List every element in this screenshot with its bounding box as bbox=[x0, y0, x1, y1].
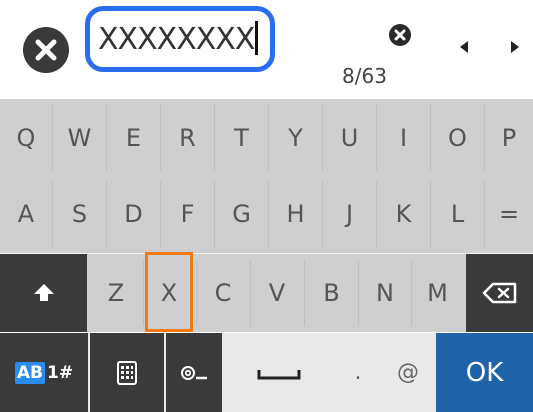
key-z[interactable]: Z bbox=[91, 254, 141, 332]
close-icon[interactable] bbox=[23, 27, 69, 73]
mode-num-label: 1# bbox=[47, 362, 74, 383]
key-f[interactable]: F bbox=[161, 175, 214, 253]
keypad-key[interactable] bbox=[90, 333, 164, 412]
key-m[interactable]: M bbox=[412, 254, 463, 332]
ok-button[interactable]: OK bbox=[436, 333, 533, 412]
key-d[interactable]: D bbox=[107, 175, 160, 253]
input-value: XXXXXXXX bbox=[98, 21, 259, 57]
key-c[interactable]: C bbox=[198, 254, 248, 332]
text-caret bbox=[255, 21, 259, 55]
key-u[interactable]: U bbox=[323, 99, 376, 177]
arrow-left-icon[interactable] bbox=[460, 41, 468, 53]
key-n[interactable]: N bbox=[359, 254, 411, 332]
shift-up-icon bbox=[33, 284, 54, 301]
character-counter: 8/63 bbox=[342, 64, 387, 88]
email-domain-key[interactable] bbox=[166, 333, 222, 412]
space-icon bbox=[257, 369, 301, 379]
space-key[interactable] bbox=[224, 333, 334, 412]
clear-icon[interactable] bbox=[389, 24, 411, 46]
keyboard-function-row: AB 1# . @ OK bbox=[0, 333, 533, 412]
backspace-icon bbox=[482, 282, 516, 304]
shift-key[interactable] bbox=[0, 254, 87, 332]
input-bar: XXXXXXXX 8/63 bbox=[0, 0, 533, 98]
backspace-key[interactable] bbox=[466, 254, 533, 332]
key-b[interactable]: B bbox=[305, 254, 358, 332]
key-v[interactable]: V bbox=[251, 254, 303, 332]
keyboard-row-2: A S D F G H J K L = bbox=[0, 175, 533, 253]
key-o[interactable]: O bbox=[431, 99, 484, 177]
key-y[interactable]: Y bbox=[269, 99, 322, 177]
key-g[interactable]: G bbox=[215, 175, 268, 253]
key-k[interactable]: K bbox=[377, 175, 430, 253]
dot-key[interactable]: . bbox=[336, 333, 380, 412]
key-q[interactable]: Q bbox=[0, 99, 52, 177]
selected-key-highlight bbox=[145, 252, 193, 332]
key-h[interactable]: H bbox=[269, 175, 322, 253]
mode-ab-label: AB bbox=[14, 361, 46, 384]
key-t[interactable]: T bbox=[215, 99, 268, 177]
key-s[interactable]: S bbox=[53, 175, 106, 253]
keyboard-row-3: Z X C V B N M bbox=[0, 254, 533, 332]
keypad-icon bbox=[117, 360, 137, 385]
email-domain-icon bbox=[181, 365, 207, 380]
input-mode-key[interactable]: AB 1# bbox=[0, 333, 88, 412]
key-j[interactable]: J bbox=[323, 175, 376, 253]
key-a[interactable]: A bbox=[0, 175, 52, 253]
key-r[interactable]: R bbox=[161, 99, 214, 177]
keyboard-row-1: Q W E R T Y U I O P bbox=[0, 99, 533, 177]
key-equals[interactable]: = bbox=[485, 175, 533, 253]
arrow-right-icon[interactable] bbox=[511, 41, 519, 53]
key-p[interactable]: P bbox=[485, 99, 533, 177]
key-w[interactable]: W bbox=[53, 99, 106, 177]
key-l[interactable]: L bbox=[431, 175, 484, 253]
key-e[interactable]: E bbox=[107, 99, 160, 177]
at-key[interactable]: @ bbox=[382, 333, 434, 412]
key-i[interactable]: I bbox=[377, 99, 430, 177]
